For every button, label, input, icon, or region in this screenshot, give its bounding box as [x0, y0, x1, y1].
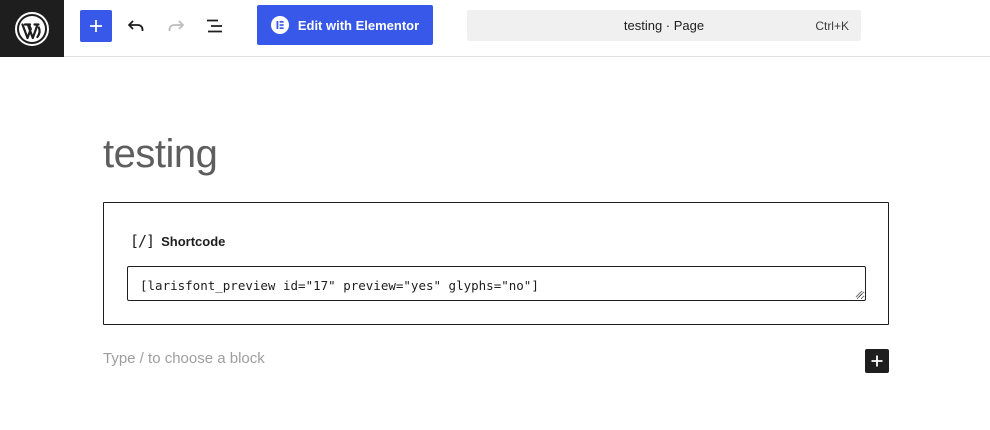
- elementor-button-label: Edit with Elementor: [297, 17, 420, 33]
- command-palette-bar[interactable]: testing · Page Ctrl+K: [467, 10, 861, 41]
- elementor-icon: [270, 16, 289, 34]
- edit-with-elementor-button[interactable]: Edit with Elementor: [257, 5, 433, 45]
- wordpress-logo-button[interactable]: [0, 0, 64, 57]
- default-block-appender[interactable]: Type / to choose a block: [103, 350, 265, 367]
- wordpress-logo-icon: [15, 11, 49, 46]
- list-view-icon: [207, 19, 222, 33]
- shortcode-icon: [/]: [130, 232, 155, 250]
- plus-icon: [90, 20, 102, 32]
- document-title: testing · Page: [623, 18, 705, 33]
- shortcode-block[interactable]: [/] Shortcode [larisfont_preview id="17"…: [103, 202, 889, 325]
- plus-icon: [871, 355, 883, 367]
- shortcode-input[interactable]: [larisfont_preview id="17" preview="yes"…: [127, 266, 866, 301]
- add-block-button[interactable]: [80, 10, 112, 42]
- shortcode-input-value: [larisfont_preview id="17" preview="yes"…: [140, 278, 539, 293]
- undo-icon: [128, 20, 144, 31]
- undo-button[interactable]: [120, 10, 152, 42]
- inserter-toggle-button[interactable]: [865, 349, 889, 373]
- redo-button[interactable]: [160, 10, 192, 42]
- editor-header: Edit with Elementor testing · Page Ctrl+…: [0, 0, 990, 57]
- document-overview-button[interactable]: [199, 10, 231, 42]
- redo-icon: [168, 20, 184, 31]
- shortcode-block-title: Shortcode: [161, 233, 226, 249]
- shortcode-block-label: [/] Shortcode: [130, 232, 225, 250]
- resize-handle-icon[interactable]: [855, 290, 863, 298]
- post-title[interactable]: testing: [103, 132, 218, 177]
- keyboard-shortcut-hint: Ctrl+K: [815, 19, 849, 33]
